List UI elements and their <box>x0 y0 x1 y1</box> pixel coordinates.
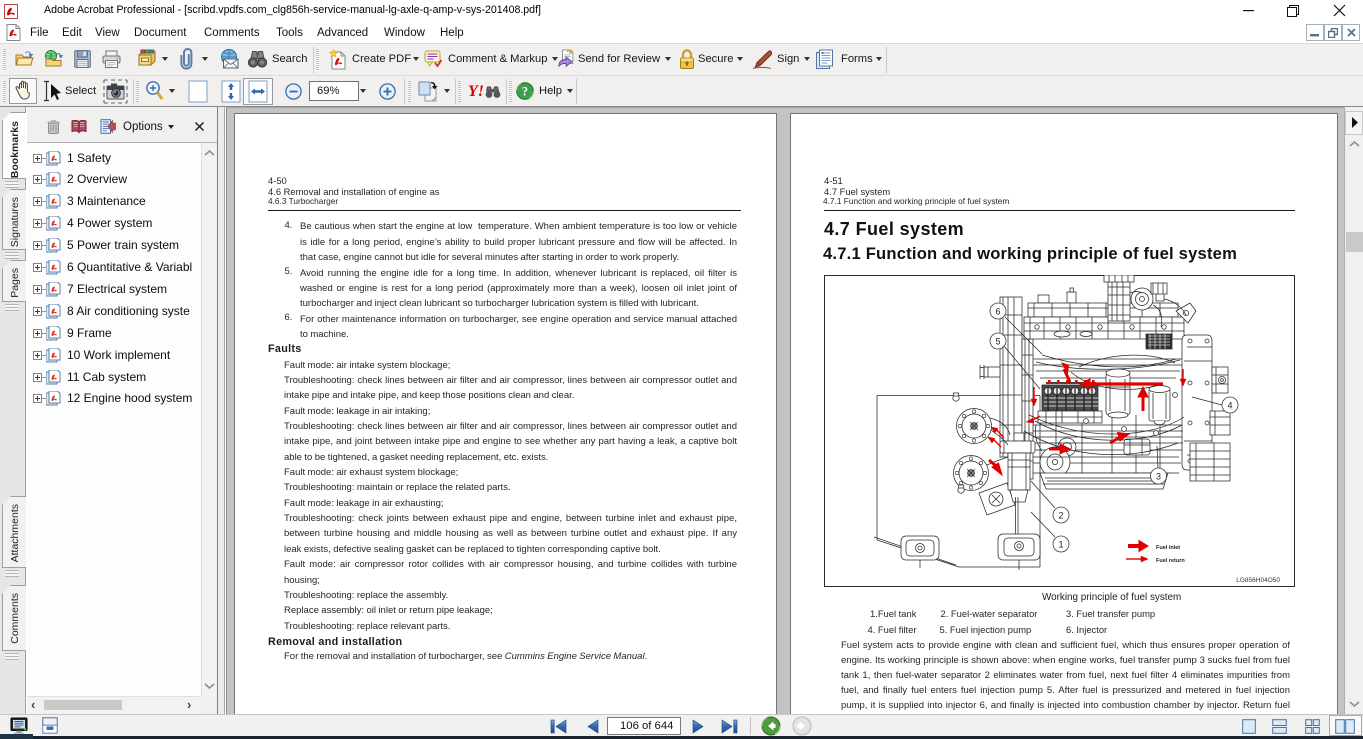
svg-text:4: 4 <box>1227 401 1232 411</box>
svg-text:3: 3 <box>1156 472 1161 482</box>
svg-text:Fuel inlet: Fuel inlet <box>1156 545 1180 551</box>
svg-text:Fuel return: Fuel return <box>1156 558 1185 564</box>
svg-text:6: 6 <box>995 307 1000 317</box>
svg-text:1: 1 <box>1058 540 1063 550</box>
svg-text:LG856H04O50: LG856H04O50 <box>1236 577 1280 584</box>
svg-text:2: 2 <box>1058 511 1063 521</box>
svg-text:?: ? <box>522 84 528 98</box>
svg-text:5: 5 <box>995 337 1000 347</box>
